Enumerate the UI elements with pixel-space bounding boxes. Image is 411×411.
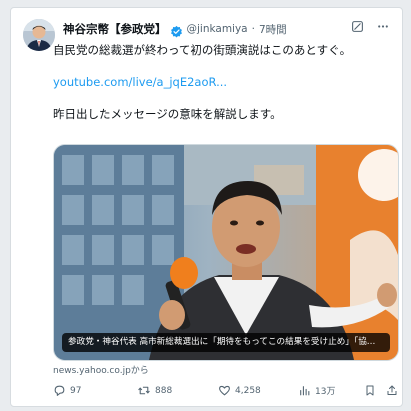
bookmark-button[interactable]: [364, 384, 376, 397]
link-source[interactable]: news.yahoo.co.jpから: [53, 363, 149, 376]
post-text-line: 自民党の総裁選が終わって初の街頭演説はこのあとすぐ。: [53, 43, 352, 57]
link-card-image[interactable]: 参政党・神谷代表 高市新総裁選出に「期待をもってこの結果を受け止め」「協…: [53, 144, 399, 361]
like-button[interactable]: 4,258: [218, 384, 261, 397]
like-count: 4,258: [235, 385, 261, 396]
tweet-card[interactable]: 神谷宗幣【参政党】 @jinkamiya · 7時間 自民党の総裁選が終わって初…: [10, 7, 403, 407]
author-name[interactable]: 神谷宗幣【参政党】: [63, 21, 167, 37]
views-icon: [298, 384, 311, 397]
post-text-spacer: [53, 90, 393, 106]
avatar[interactable]: [23, 19, 55, 51]
repost-icon: [137, 384, 151, 397]
image-caption: 参政党・神谷代表 高市新総裁選出に「期待をもってこの結果を受け止め」「協…: [62, 333, 390, 352]
views-count: 13万: [315, 387, 336, 397]
youtube-link[interactable]: youtube.com/live/a_jqE2aoR...: [53, 74, 393, 90]
repost-button[interactable]: 888: [137, 384, 172, 397]
more-icon[interactable]: [376, 20, 390, 33]
post-text-spacer: [53, 58, 393, 74]
speaker-photo: [54, 145, 398, 360]
reply-count: 97: [70, 385, 82, 396]
repost-count: 888: [155, 385, 173, 396]
views-button[interactable]: 13万: [298, 384, 335, 397]
post-actions: 97 888 4,258 13万: [53, 381, 397, 405]
reply-button[interactable]: 97: [53, 384, 81, 397]
like-icon: [218, 384, 231, 397]
separator-dot: ·: [251, 23, 255, 35]
post-header: 神谷宗幣【参政党】 @jinkamiya · 7時間: [63, 21, 287, 38]
bookmark-icon: [364, 384, 376, 397]
header-actions: [351, 20, 390, 33]
verified-badge-icon: [170, 23, 183, 38]
post-text-line: 昨日出したメッセージの意味を解説します。: [53, 107, 282, 121]
share-icon: [386, 384, 398, 397]
author-handle[interactable]: @jinkamiya: [187, 23, 248, 35]
share-button[interactable]: [386, 384, 398, 397]
post-text: 自民党の総裁選が終わって初の街頭演説はこのあとすぐ。 youtube.com/l…: [53, 42, 393, 122]
post-time[interactable]: 7時間: [259, 22, 287, 37]
reply-icon: [53, 384, 66, 397]
grok-icon[interactable]: [351, 20, 364, 33]
